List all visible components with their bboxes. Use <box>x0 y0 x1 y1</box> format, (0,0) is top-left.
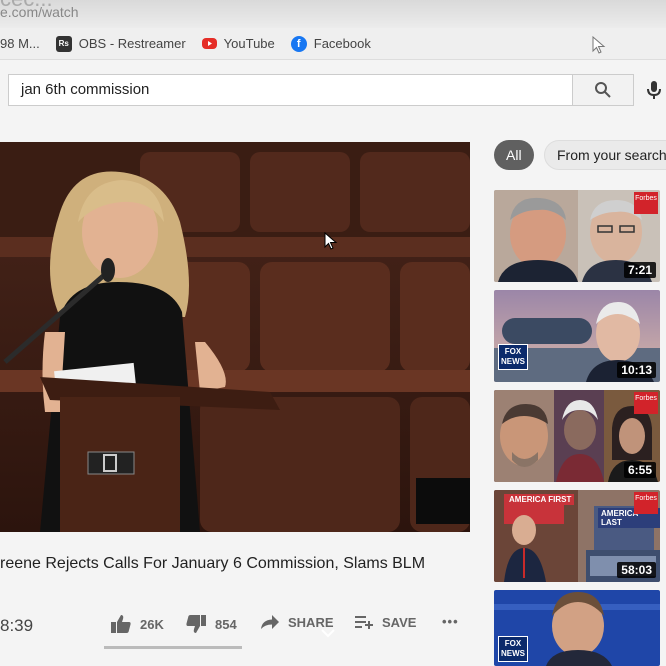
forbes-badge: Forbes <box>634 192 658 214</box>
recommended-video-thumbnail[interactable]: Forbes 7:21 <box>494 190 660 282</box>
bookmark-label: OBS - Restreamer <box>78 36 186 51</box>
video-title: reene Rejects Calls For January 6 Commis… <box>0 555 426 572</box>
bookmark-obs-restreamer[interactable]: Rs OBS - Restreamer <box>55 35 186 52</box>
recommended-video-thumbnail[interactable]: AMERICA FIRST AMERICA LAST Forbes 58:03 <box>494 490 660 582</box>
like-ratio-bar <box>104 646 242 649</box>
save-label: SAVE <box>382 614 417 630</box>
recommended-video-thumbnail[interactable]: FOX NEWS <box>494 590 660 666</box>
video-duration: 10:13 <box>617 362 656 378</box>
thumbs-down-icon <box>186 615 206 633</box>
more-actions-button[interactable]: ••• <box>442 614 459 629</box>
url-text[interactable]: e.com/watch <box>0 4 79 20</box>
youtube-icon <box>201 38 217 49</box>
bookmark-98m[interactable]: 98 M... <box>0 36 40 51</box>
obs-icon: Rs <box>55 35 72 52</box>
bookmark-facebook[interactable]: f Facebook <box>290 35 371 52</box>
voice-search-button[interactable] <box>642 74 666 106</box>
bookmarks-bar: 98 M... Rs OBS - Restreamer YouTube f Fa… <box>0 28 666 60</box>
video-player[interactable] <box>0 142 470 532</box>
video-duration: 7:21 <box>623 262 656 278</box>
microphone-icon <box>647 81 661 99</box>
chevron-down-icon[interactable] <box>320 628 336 638</box>
video-frame <box>0 142 470 532</box>
video-duration: 58:03 <box>617 562 656 578</box>
video-actions-row: 8:39 26K 854 SHARE SAVE ••• <box>0 612 470 640</box>
forbes-badge: Forbes <box>634 492 658 514</box>
recommended-video-thumbnail[interactable]: FOX NEWS 10:13 <box>494 290 660 382</box>
save-button[interactable]: SAVE <box>354 614 416 630</box>
bookmark-label: Facebook <box>313 36 371 51</box>
mouse-cursor-icon <box>324 232 338 250</box>
forbes-badge: Forbes <box>634 392 658 414</box>
like-count: 26K <box>140 616 164 632</box>
like-button[interactable]: 26K <box>110 614 164 634</box>
search-icon <box>595 82 611 98</box>
fox-news-logo: FOX NEWS <box>498 344 528 370</box>
fox-news-logo: FOX NEWS <box>498 636 528 662</box>
bookmark-youtube[interactable]: YouTube <box>201 36 275 51</box>
bookmark-label: 98 M... <box>0 36 40 51</box>
bookmark-label: YouTube <box>223 36 275 51</box>
video-overlay-box <box>416 478 470 524</box>
video-elapsed-time: 8:39 <box>0 616 34 635</box>
search-button[interactable] <box>572 74 634 106</box>
recommended-video-thumbnail[interactable]: Forbes 6:55 <box>494 390 660 482</box>
share-icon <box>261 615 279 629</box>
dislike-count: 854 <box>215 616 237 632</box>
mouse-cursor-icon <box>592 36 606 54</box>
browser-url-bar[interactable]: cec... e.com/watch <box>0 0 666 28</box>
chip-all[interactable]: All <box>494 140 534 170</box>
search-row: jan 6th commission <box>0 60 666 118</box>
chip-from-your-search[interactable]: From your search <box>544 140 666 170</box>
video-duration: 6:55 <box>623 462 656 478</box>
sign-left: AMERICA FIRST <box>506 494 575 505</box>
dislike-button[interactable]: 854 <box>185 614 237 634</box>
search-input[interactable]: jan 6th commission <box>8 74 572 106</box>
playlist-add-icon <box>355 616 373 629</box>
facebook-icon: f <box>290 35 307 52</box>
thumbs-up-icon <box>111 615 131 633</box>
